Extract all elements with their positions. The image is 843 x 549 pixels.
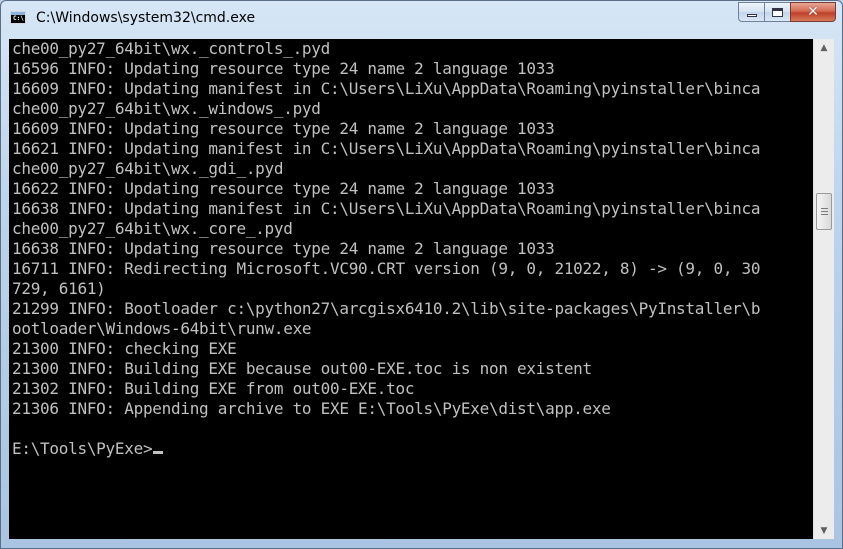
cmd-icon[interactable]: C:\ [10, 11, 26, 24]
console-line: 16711 INFO: Redirecting Microsoft.VC90.C… [12, 259, 761, 278]
scroll-up-button[interactable]: ▲ [814, 39, 834, 56]
vertical-scrollbar[interactable]: ▲ ▼ [813, 39, 834, 539]
maximize-button[interactable] [764, 2, 790, 22]
close-icon: ✕ [807, 4, 819, 20]
minimize-button[interactable] [738, 2, 764, 22]
minimize-icon [746, 14, 757, 17]
console-line: 16622 INFO: Updating resource type 24 na… [12, 179, 555, 198]
console-line: 21299 INFO: Bootloader c:\python27\arcgi… [12, 299, 761, 318]
console-line: che00_py27_64bit\wx._gdi_.pyd [12, 159, 284, 178]
console-line: 21302 INFO: Building EXE from out00-EXE.… [12, 379, 415, 398]
console-line: che00_py27_64bit\wx._windows_.pyd [12, 99, 321, 118]
text-cursor [153, 451, 164, 454]
console-line: 21306 INFO: Appending archive to EXE E:\… [12, 399, 611, 418]
console-line: 16596 INFO: Updating resource type 24 na… [12, 59, 555, 78]
console-lines: che00_py27_64bit\wx._controls_.pyd 16596 … [12, 39, 761, 459]
scrollbar-thumb[interactable] [816, 193, 832, 230]
title-bar[interactable]: C:\ C:\Windows\system32\cmd.exe ✕ [1, 1, 842, 39]
caption-buttons: ✕ [738, 2, 836, 24]
console-line: 16638 INFO: Updating manifest in C:\User… [12, 199, 761, 218]
window-title: C:\Windows\system32\cmd.exe [36, 10, 256, 26]
console-line: che00_py27_64bit\wx._controls_.pyd [12, 39, 330, 58]
close-button[interactable]: ✕ [790, 2, 836, 22]
command-prompt: E:\Tools\PyExe> [12, 439, 153, 458]
grip-line [821, 208, 828, 209]
console-output[interactable]: che00_py27_64bit\wx._controls_.pyd 16596 … [9, 39, 813, 539]
console-line: 729, 6161) [12, 279, 106, 298]
scroll-down-button[interactable]: ▼ [814, 522, 834, 539]
grip-line [821, 214, 828, 215]
console-line: 21300 INFO: Building EXE because out00-E… [12, 359, 592, 378]
maximize-icon [772, 7, 783, 17]
console-line: ootloader\Windows-64bit\runw.exe [12, 319, 312, 338]
prompt-line[interactable]: E:\Tools\PyExe> [12, 439, 760, 459]
cmd-window: C:\ C:\Windows\system32\cmd.exe ✕ che00_… [0, 0, 843, 549]
console-line: 16609 INFO: Updating resource type 24 na… [12, 119, 555, 138]
console-line: che00_py27_64bit\wx._core_.pyd [12, 219, 293, 238]
scroll-down-icon: ▼ [820, 525, 828, 536]
cmd-icon-label: C:\ [13, 15, 24, 22]
console-line: 16638 INFO: Updating resource type 24 na… [12, 239, 555, 258]
console-line: 16621 INFO: Updating manifest in C:\User… [12, 139, 761, 158]
scroll-up-icon: ▲ [820, 42, 828, 53]
console-line: 21300 INFO: checking EXE [12, 339, 237, 358]
grip-line [821, 211, 828, 212]
console-line: 16609 INFO: Updating manifest in C:\User… [12, 79, 761, 98]
